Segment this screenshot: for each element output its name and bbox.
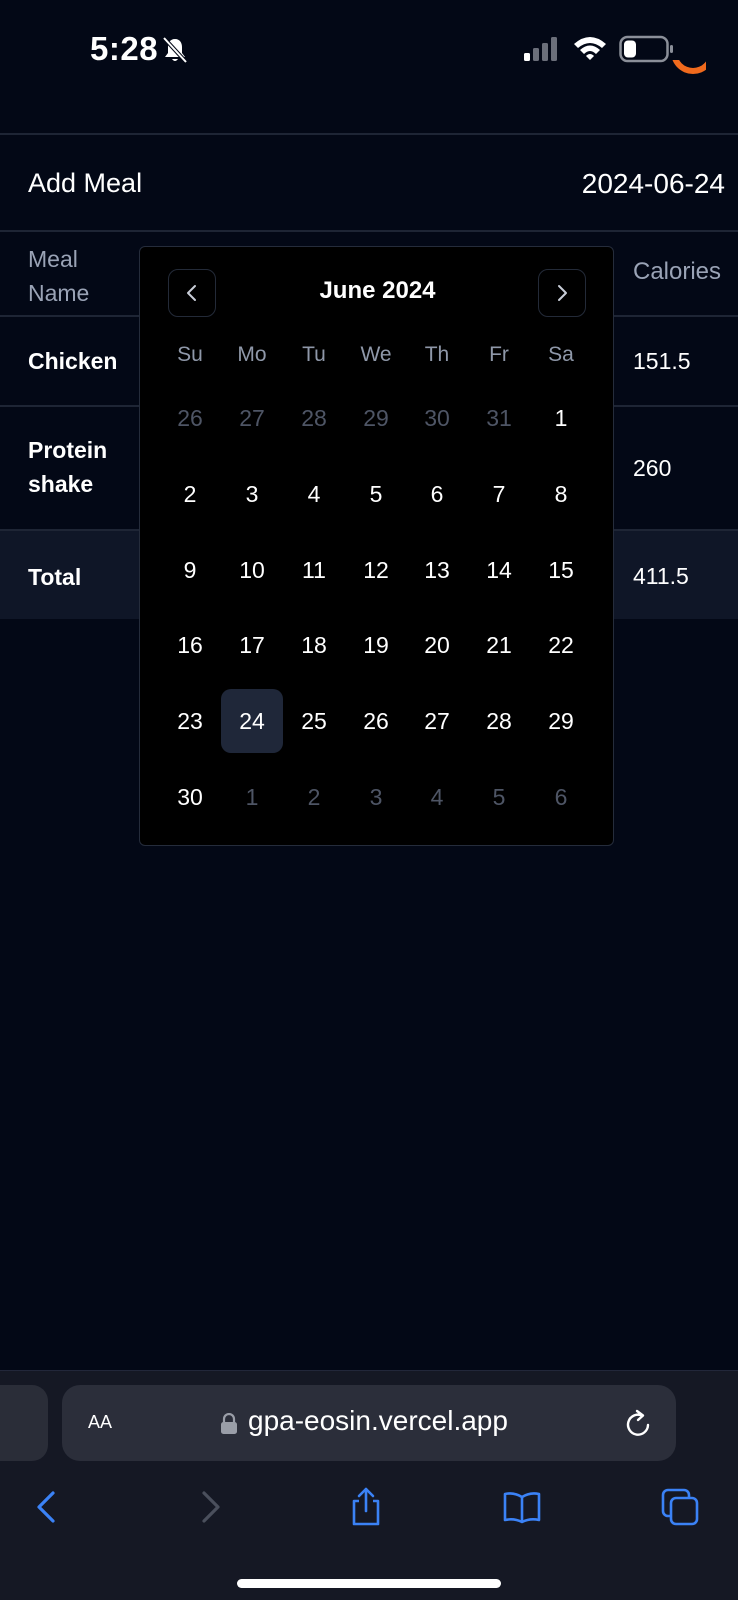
column-header-meal-name: Meal Name: [28, 246, 90, 306]
weekday-label: Sa: [548, 343, 574, 366]
calendar-day[interactable]: 14: [468, 538, 530, 602]
bell-slash-icon: [162, 36, 188, 64]
calendar-day[interactable]: 16: [159, 613, 221, 677]
previous-tab-preview[interactable]: [0, 1385, 48, 1461]
calendar-day[interactable]: 20: [406, 613, 468, 677]
calendar-day[interactable]: 25: [283, 689, 345, 753]
calendar-day[interactable]: 6: [530, 765, 592, 829]
tabs-icon: [661, 1488, 699, 1526]
calendar-day[interactable]: 30: [406, 386, 468, 450]
weekday-label: We: [360, 343, 392, 366]
calendar-day[interactable]: 3: [345, 765, 407, 829]
browser-toolbar: AA gpa-eosin.vercel.app: [0, 1370, 738, 1600]
lock-icon: [221, 1413, 237, 1434]
calendar-day[interactable]: 26: [159, 386, 221, 450]
share-button[interactable]: [342, 1483, 390, 1531]
page-title: Add Meal: [28, 168, 143, 198]
forward-button[interactable]: [186, 1483, 234, 1531]
calendar-day[interactable]: 28: [283, 386, 345, 450]
calendar-day-selected[interactable]: 24: [221, 689, 283, 753]
calendar-day[interactable]: 26: [345, 689, 407, 753]
reload-icon[interactable]: [624, 1407, 654, 1439]
calendar-day[interactable]: 21: [468, 613, 530, 677]
calendar-day[interactable]: 2: [159, 462, 221, 526]
calendar-day[interactable]: 2: [283, 765, 345, 829]
calendar-day[interactable]: 30: [159, 765, 221, 829]
calendar-day[interactable]: 12: [345, 538, 407, 602]
total-calories: 411.5: [633, 563, 689, 589]
meal-name-cell: Chicken: [28, 348, 118, 374]
calendar-day[interactable]: 13: [406, 538, 468, 602]
bookmarks-icon: [503, 1492, 541, 1524]
weekday-label: Mo: [237, 343, 267, 366]
calendar-day[interactable]: 29: [530, 689, 592, 753]
bookmarks-button[interactable]: [498, 1483, 546, 1531]
next-month-button[interactable]: [538, 269, 586, 317]
status-bar: 5:28: [0, 0, 738, 100]
column-header-calories: Calories: [633, 258, 722, 285]
calendar-day[interactable]: 5: [345, 462, 407, 526]
calories-cell: 260: [633, 455, 672, 481]
signal-icon: [524, 37, 557, 61]
address-bar[interactable]: AA gpa-eosin.vercel.app: [62, 1385, 676, 1461]
calendar-day[interactable]: 31: [468, 386, 530, 450]
calendar-day[interactable]: 22: [530, 613, 592, 677]
weekday-label: Tu: [302, 343, 326, 366]
total-label: Total: [28, 564, 82, 590]
calories-cell: 151.5: [633, 348, 691, 374]
back-icon: [37, 1491, 55, 1523]
calendar-day[interactable]: 11: [283, 538, 345, 602]
calendar-day[interactable]: 4: [283, 462, 345, 526]
calendar-day[interactable]: 9: [159, 538, 221, 602]
calendar-day[interactable]: 27: [221, 386, 283, 450]
meal-name-cell: Protein shake: [28, 437, 108, 497]
calendar-day[interactable]: 4: [406, 765, 468, 829]
calendar-day[interactable]: 18: [283, 613, 345, 677]
date-picker-trigger[interactable]: 2024-06-24: [582, 168, 725, 200]
url-text: gpa-eosin.vercel.app: [248, 1405, 508, 1436]
calendar-day[interactable]: 15: [530, 538, 592, 602]
weekday-label: Th: [424, 343, 450, 366]
weekday-label: Su: [177, 343, 203, 366]
calendar-day[interactable]: 1: [221, 765, 283, 829]
chevron-right-icon: [558, 285, 567, 301]
calendar-day[interactable]: 8: [530, 462, 592, 526]
status-time: 5:28: [90, 30, 159, 67]
share-icon: [352, 1487, 380, 1526]
calendar-day[interactable]: 29: [345, 386, 407, 450]
calendar-day[interactable]: 28: [468, 689, 530, 753]
text-size-button[interactable]: AA: [88, 1407, 112, 1435]
calendar-day[interactable]: 10: [221, 538, 283, 602]
calendar-day[interactable]: 19: [345, 613, 407, 677]
home-indicator[interactable]: [237, 1579, 501, 1588]
forward-icon: [202, 1491, 220, 1523]
calendar-day[interactable]: 3: [221, 462, 283, 526]
calendar-day[interactable]: 6: [406, 462, 468, 526]
back-button[interactable]: [24, 1483, 72, 1531]
battery-icon: [619, 35, 673, 63]
calendar-day[interactable]: 7: [468, 462, 530, 526]
tabs-button[interactable]: [656, 1483, 704, 1531]
weekday-label: Fr: [489, 343, 509, 366]
date-picker-popover: June 2024 Su Mo Tu We Th Fr Sa 26 27 28 29 30 31 1 2 3 4…: [139, 246, 614, 846]
calendar-day[interactable]: 27: [406, 689, 468, 753]
calendar-day[interactable]: 1: [530, 386, 592, 450]
avatar[interactable]: [668, 60, 706, 106]
calendar-day[interactable]: 17: [221, 613, 283, 677]
text-size-label: AA: [88, 1412, 113, 1432]
wifi-icon: [574, 37, 606, 60]
calendar-day[interactable]: 23: [159, 689, 221, 753]
divider: [0, 133, 738, 135]
calendar-day[interactable]: 5: [468, 765, 530, 829]
